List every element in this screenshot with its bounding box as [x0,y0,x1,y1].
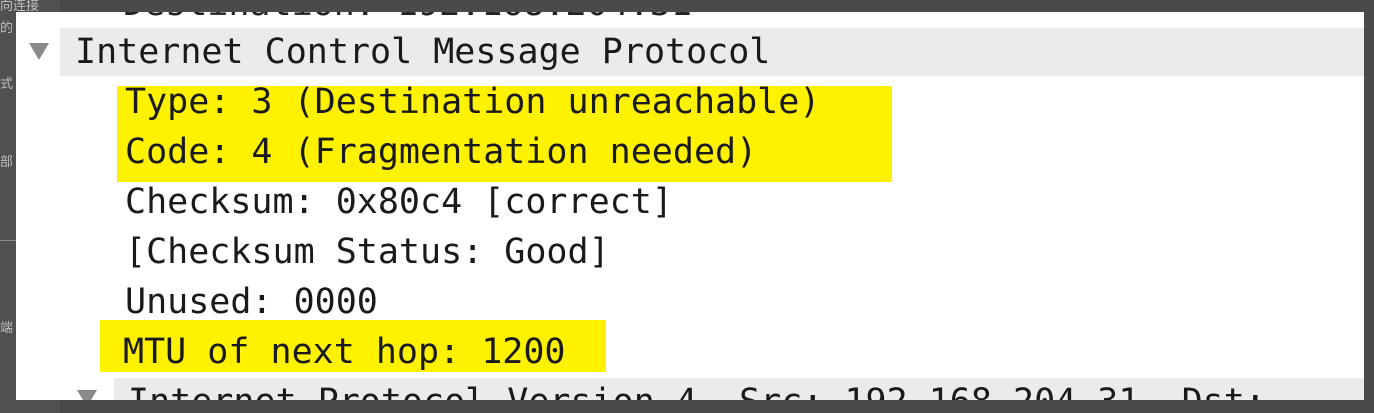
ipv4-header-label: Internet Protocol Version 4, Src: 192.16… [128,380,1266,400]
background-text-fragment: 部 [0,155,14,170]
expand-triangle-icon[interactable] [77,390,97,400]
icmp-header-label: Internet Control Message Protocol [75,32,771,72]
ipv4-tree-header[interactable]: Internet Protocol Version 4, Src: 192.16… [114,378,1364,400]
icmp-mtu-field[interactable]: MTU of next hop: 1200 [123,330,566,374]
icmp-type-field[interactable]: Type: 3 (Destination unreachable) [125,80,820,124]
icmp-code-field[interactable]: Code: 4 (Fragmentation needed) [125,130,757,174]
background-text-fragment: 的 [0,21,14,36]
destination-field-partial[interactable]: Destination: 192.168.204.31 [123,12,692,26]
expand-triangle-icon[interactable] [29,43,49,60]
packet-details-pane[interactable]: Destination: 192.168.204.31 Internet Con… [16,12,1364,400]
background-divider [0,240,16,241]
icmp-tree-header[interactable]: Internet Control Message Protocol [60,28,1364,76]
icmp-checksum-status-field[interactable]: [Checksum Status: Good] [125,230,610,274]
icmp-checksum-field[interactable]: Checksum: 0x80c4 [correct] [125,180,673,224]
background-text-fragment: 式 [0,77,14,92]
background-text-fragment: 端 [0,321,14,336]
icmp-unused-field[interactable]: Unused: 0000 [125,280,378,324]
